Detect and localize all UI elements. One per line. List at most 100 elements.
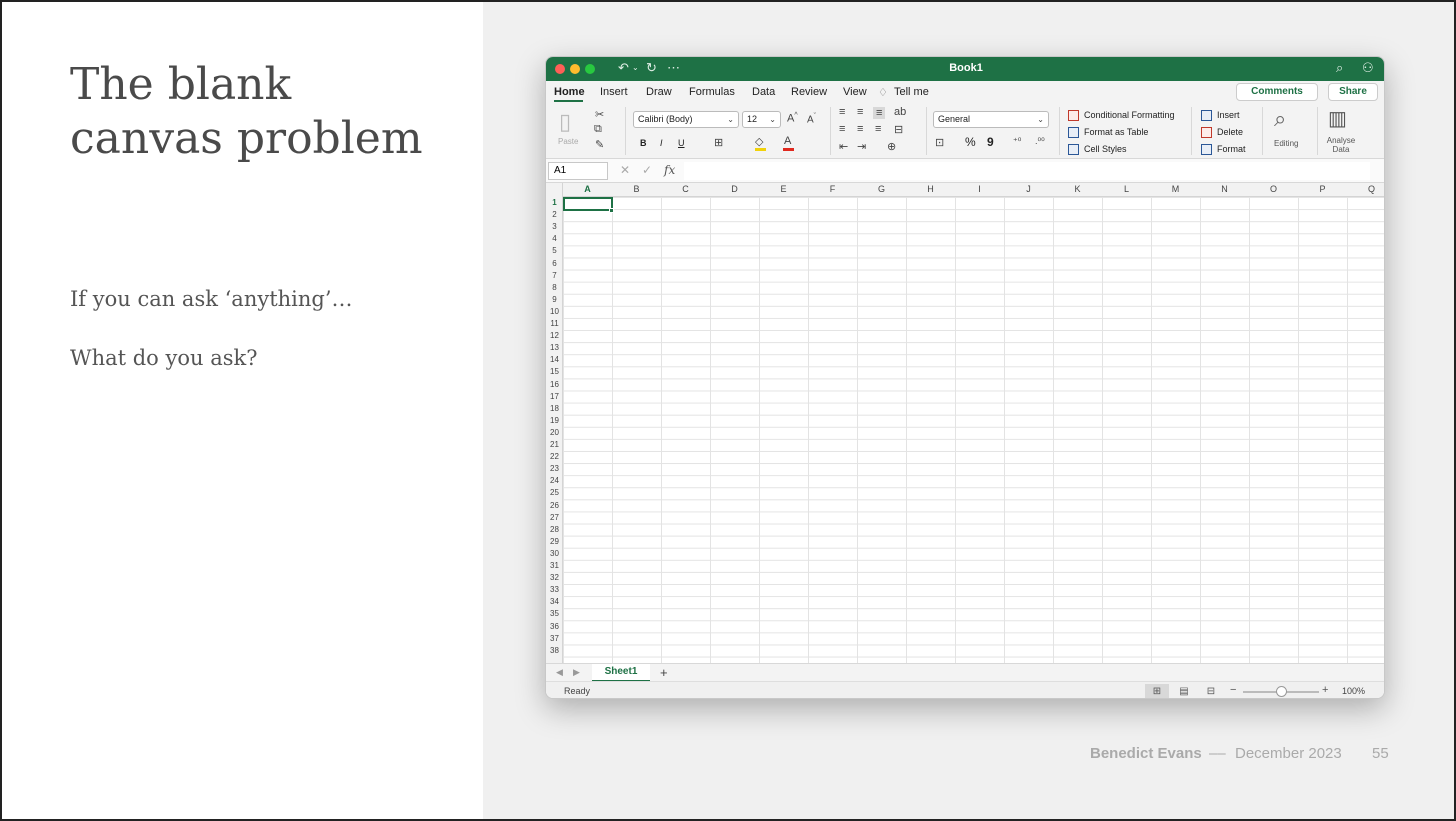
row-header[interactable]: 37 — [546, 634, 563, 643]
row-header[interactable]: 15 — [546, 367, 563, 376]
row-header[interactable]: 4 — [546, 234, 563, 243]
align-bottom-icon[interactable]: ≡ — [873, 107, 886, 119]
align-center-icon[interactable]: ≡ — [857, 123, 863, 135]
percent-button[interactable]: % — [965, 135, 976, 149]
align-top-icon[interactable]: ≡ — [839, 106, 845, 118]
accounting-format-icon[interactable]: ⊡ — [935, 136, 944, 149]
sheet-tab-sheet1[interactable]: Sheet1 — [592, 664, 650, 682]
row-header[interactable]: 26 — [546, 501, 563, 510]
zoom-in-icon[interactable]: + — [1322, 684, 1328, 696]
bold-button[interactable]: B — [640, 138, 647, 148]
align-middle-icon[interactable]: ≡ — [857, 106, 863, 118]
row-header[interactable]: 13 — [546, 343, 563, 352]
align-left-icon[interactable]: ≡ — [839, 123, 845, 135]
column-header[interactable]: M — [1151, 184, 1200, 194]
number-format-select[interactable]: General ⌄ — [933, 111, 1049, 128]
underline-button[interactable]: U — [678, 138, 685, 148]
row-header[interactable]: 20 — [546, 428, 563, 437]
row-header[interactable]: 34 — [546, 597, 563, 606]
increase-decimal-icon[interactable]: ⁺⁰ — [1013, 136, 1021, 147]
tab-data[interactable]: Data — [752, 86, 775, 98]
tab-tell-me[interactable]: Tell me — [894, 86, 929, 98]
align-right-icon[interactable]: ≡ — [875, 123, 881, 135]
prev-sheet-icon[interactable]: ◀ — [556, 667, 563, 678]
row-header[interactable]: 17 — [546, 392, 563, 401]
row-header[interactable]: 8 — [546, 283, 563, 292]
row-header[interactable]: 9 — [546, 295, 563, 304]
tab-insert[interactable]: Insert — [600, 86, 628, 98]
italic-button[interactable]: I — [660, 138, 663, 148]
row-header[interactable]: 32 — [546, 573, 563, 582]
row-header[interactable]: 21 — [546, 440, 563, 449]
wrap-text-icon[interactable]: ⊟ — [894, 123, 903, 136]
comma-button[interactable]: 9 — [987, 135, 994, 149]
column-header[interactable]: B — [612, 184, 661, 194]
cut-icon[interactable]: ✂ — [595, 108, 604, 121]
tab-draw[interactable]: Draw — [646, 86, 672, 98]
insert-function-icon[interactable]: fx — [664, 163, 675, 177]
row-header[interactable]: 28 — [546, 525, 563, 534]
zoom-level[interactable]: 100% — [1342, 686, 1365, 696]
column-header[interactable]: A — [563, 184, 612, 194]
analyse-data-icon[interactable]: ▥ — [1328, 106, 1347, 131]
format-as-table-button[interactable]: Format as Table — [1084, 127, 1148, 137]
font-color-icon[interactable]: A — [784, 135, 791, 147]
paste-icon[interactable]: ▯ — [559, 109, 571, 135]
page-layout-view-icon[interactable]: ▤ — [1172, 684, 1196, 698]
decrease-indent-icon[interactable]: ⇤ — [839, 140, 848, 153]
page-break-view-icon[interactable]: ⊟ — [1199, 684, 1223, 698]
row-header[interactable]: 25 — [546, 488, 563, 497]
column-header[interactable]: I — [955, 184, 1004, 194]
row-header[interactable]: 1 — [546, 198, 563, 207]
column-header[interactable]: G — [857, 184, 906, 194]
zoom-out-icon[interactable]: − — [1230, 684, 1236, 696]
row-header[interactable]: 6 — [546, 259, 563, 268]
search-icon[interactable]: ⌕ — [1336, 60, 1343, 76]
row-header[interactable]: 11 — [546, 319, 563, 328]
row-header[interactable]: 23 — [546, 464, 563, 473]
column-header[interactable]: F — [808, 184, 857, 194]
format-cells-button[interactable]: Format — [1217, 144, 1246, 154]
row-header[interactable]: 27 — [546, 513, 563, 522]
borders-icon[interactable]: ⊞ — [714, 136, 723, 149]
row-header[interactable]: 2 — [546, 210, 563, 219]
row-header[interactable]: 7 — [546, 271, 563, 280]
tab-home[interactable]: Home — [554, 86, 585, 98]
formula-input[interactable] — [684, 162, 1370, 180]
enter-icon[interactable]: ✓ — [642, 163, 652, 177]
format-painter-icon[interactable]: ✎ — [595, 138, 604, 151]
zoom-slider-thumb[interactable] — [1276, 686, 1287, 697]
column-header[interactable]: D — [710, 184, 759, 194]
row-header[interactable]: 30 — [546, 549, 563, 558]
row-header[interactable]: 35 — [546, 609, 563, 618]
comments-button[interactable]: Comments — [1236, 83, 1318, 101]
row-header[interactable]: 18 — [546, 404, 563, 413]
row-header[interactable]: 38 — [546, 646, 563, 655]
row-header[interactable]: 3 — [546, 222, 563, 231]
editing-search-icon[interactable]: ⌕ — [1274, 106, 1286, 132]
column-header[interactable]: E — [759, 184, 808, 194]
cell-grid[interactable] — [563, 197, 1384, 663]
row-header[interactable]: 31 — [546, 561, 563, 570]
tab-formulas[interactable]: Formulas — [689, 86, 735, 98]
row-header[interactable]: 5 — [546, 246, 563, 255]
column-header[interactable]: L — [1102, 184, 1151, 194]
fill-color-icon[interactable]: ◇ — [755, 135, 763, 148]
font-name-select[interactable]: Calibri (Body) ⌄ — [633, 111, 739, 128]
decrease-font-icon[interactable]: Aˇ — [807, 113, 816, 125]
row-header[interactable]: 24 — [546, 476, 563, 485]
decrease-decimal-icon[interactable]: .⁰⁰ — [1035, 136, 1045, 147]
font-size-select[interactable]: 12 ⌄ — [742, 111, 781, 128]
next-sheet-icon[interactable]: ▶ — [573, 667, 580, 678]
increase-font-icon[interactable]: A^ — [787, 112, 798, 125]
column-header[interactable]: O — [1249, 184, 1298, 194]
increase-indent-icon[interactable]: ⇥ — [857, 140, 866, 153]
orientation-icon[interactable]: ab — [894, 106, 906, 118]
row-header[interactable]: 16 — [546, 380, 563, 389]
select-all-button[interactable] — [546, 183, 563, 197]
analyse-label-1[interactable]: Analyse — [1325, 136, 1357, 145]
conditional-formatting-button[interactable]: Conditional Formatting — [1084, 110, 1175, 120]
column-header[interactable]: K — [1053, 184, 1102, 194]
share-button[interactable]: Share — [1328, 83, 1378, 101]
row-header[interactable]: 29 — [546, 537, 563, 546]
